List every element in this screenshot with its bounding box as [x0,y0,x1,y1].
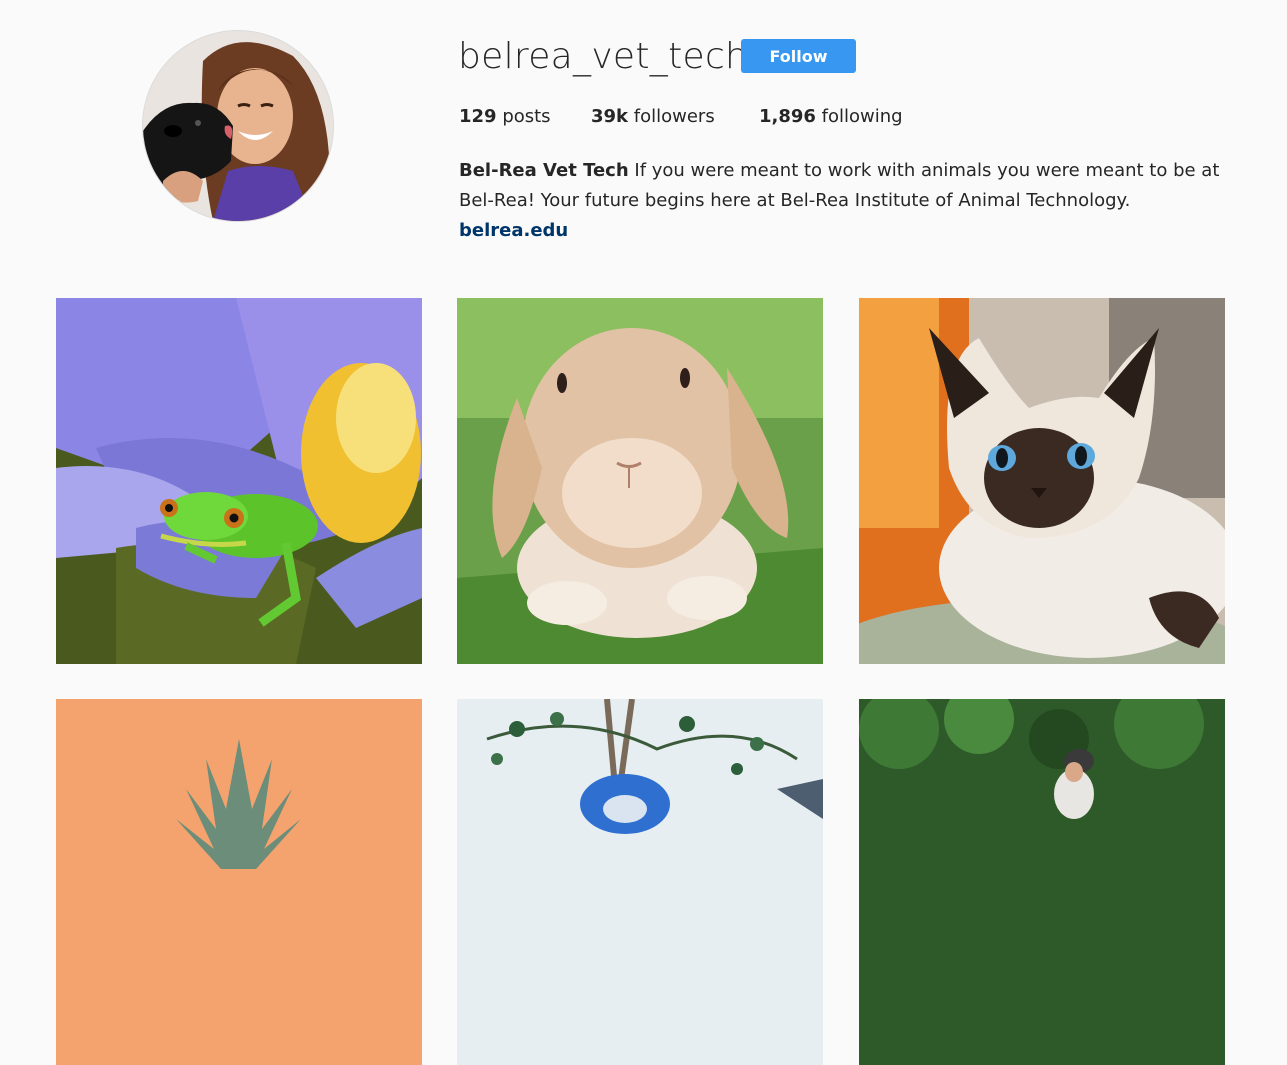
post-tile[interactable] [859,699,1225,1065]
bird-photo-icon [457,699,823,1065]
profile-header: belrea_vet_tech Follow 129 posts 39k fol… [0,0,1287,270]
post-tile[interactable] [859,298,1225,664]
following-label: following [821,106,903,127]
post-tile[interactable] [457,298,823,664]
pineapple-photo-icon [56,699,422,1065]
avatar-photo-icon [143,31,333,221]
post-tile[interactable] [457,699,823,1065]
follow-button[interactable]: Follow [741,39,856,73]
posts-count: 129 [459,106,497,127]
following-count: 1,896 [759,106,816,127]
posts-stat[interactable]: 129 posts [459,106,551,127]
profile-username: belrea_vet_tech [458,36,749,77]
followers-count: 39k [591,106,629,127]
kitten-photo-icon [859,298,1225,664]
followers-label: followers [633,106,715,127]
bio-name: Bel-Rea Vet Tech [459,160,629,181]
post-tile[interactable] [56,298,422,664]
profile-bio: Bel-Rea Vet Tech If you were meant to wo… [459,156,1234,246]
bio-link[interactable]: belrea.edu [459,216,1234,246]
following-stat[interactable]: 1,896 following [759,106,903,127]
followers-stat[interactable]: 39k followers [591,106,715,127]
posts-label: posts [502,106,551,127]
frog-photo-icon [56,298,422,664]
post-tile[interactable] [56,699,422,1065]
rider-photo-icon [859,699,1225,1065]
rabbit-photo-icon [457,298,823,664]
profile-avatar[interactable] [143,31,333,221]
